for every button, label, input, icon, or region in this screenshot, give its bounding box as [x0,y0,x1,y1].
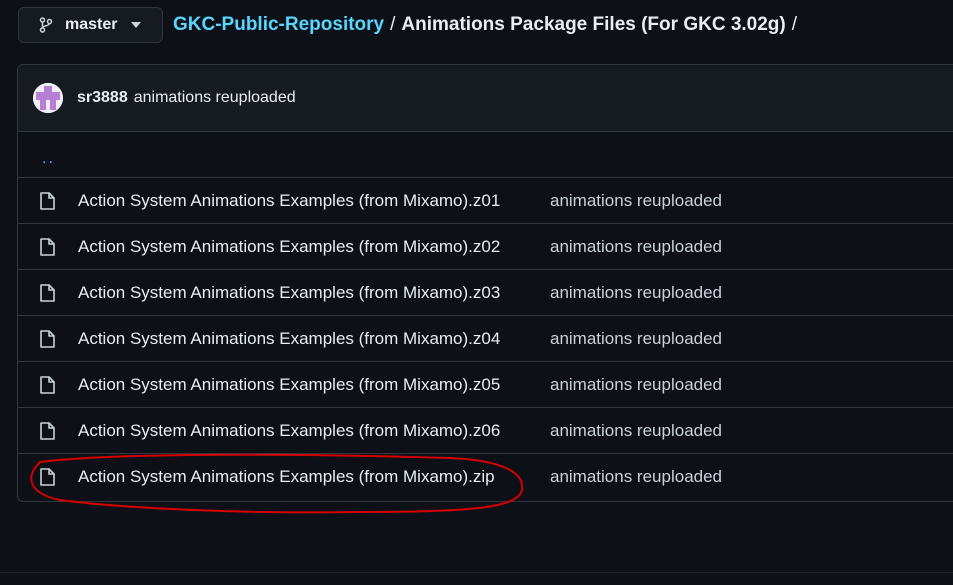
breadcrumb-trailing-separator: / [791,14,798,35]
commit-author-link[interactable]: sr3888 [77,89,128,107]
file-row[interactable]: Action System Animations Examples (from … [18,270,953,316]
breadcrumb: GKC-Public-Repository / Animations Packa… [173,14,797,36]
file-commit-message-link[interactable]: animations reuploaded [550,467,722,487]
file-row[interactable]: Action System Animations Examples (from … [18,316,953,362]
chevron-down-icon [131,22,142,28]
avatar[interactable] [33,83,63,113]
footer-divider [0,572,953,573]
branch-selector-button[interactable]: master [18,7,163,43]
breadcrumb-repo-link[interactable]: GKC-Public-Repository [173,14,384,36]
file-commit-message-link[interactable]: animations reuploaded [550,421,722,441]
file-commit-message-link[interactable]: animations reuploaded [550,375,722,395]
file-name-link[interactable]: Action System Animations Examples (from … [78,375,500,395]
breadcrumb-separator: / [390,14,396,35]
identicon-icon [33,83,63,113]
git-branch-icon [39,17,53,33]
file-commit-message-link[interactable]: animations reuploaded [550,237,722,257]
file-icon [40,422,55,440]
file-name-link[interactable]: Action System Animations Examples (from … [78,329,500,349]
file-icon [40,468,55,486]
file-icon [40,330,55,348]
file-icon [40,192,55,210]
file-name-link[interactable]: Action System Animations Examples (from … [78,237,500,257]
file-icon [40,284,55,302]
file-row[interactable]: Action System Animations Examples (from … [18,454,953,500]
file-icon [40,238,55,256]
top-bar: master GKC-Public-Repository / Animation… [18,6,797,44]
commit-message-link[interactable]: animations reuploaded [134,89,296,107]
file-row[interactable]: Action System Animations Examples (from … [18,362,953,408]
file-commit-message-link[interactable]: animations reuploaded [550,191,722,211]
file-row[interactable]: Action System Animations Examples (from … [18,224,953,270]
file-name-link[interactable]: Action System Animations Examples (from … [78,191,500,211]
file-list-box: sr3888 animations reuploaded .. Action S… [17,64,953,502]
latest-commit-header: sr3888 animations reuploaded [18,65,953,132]
file-icon [40,376,55,394]
file-row[interactable]: Action System Animations Examples (from … [18,178,953,224]
file-commit-message-link[interactable]: animations reuploaded [550,283,722,303]
file-commit-message-link[interactable]: animations reuploaded [550,329,722,349]
file-name-link[interactable]: Action System Animations Examples (from … [78,467,495,487]
file-name-link[interactable]: Action System Animations Examples (from … [78,421,500,441]
branch-label: master [65,16,118,33]
breadcrumb-current-folder: Animations Package Files (For GKC 3.02g) [401,14,786,35]
parent-directory-row[interactable]: .. [18,132,953,178]
file-name-link[interactable]: Action System Animations Examples (from … [78,283,500,303]
file-row[interactable]: Action System Animations Examples (from … [18,408,953,454]
parent-directory-link[interactable]: .. [42,150,55,168]
